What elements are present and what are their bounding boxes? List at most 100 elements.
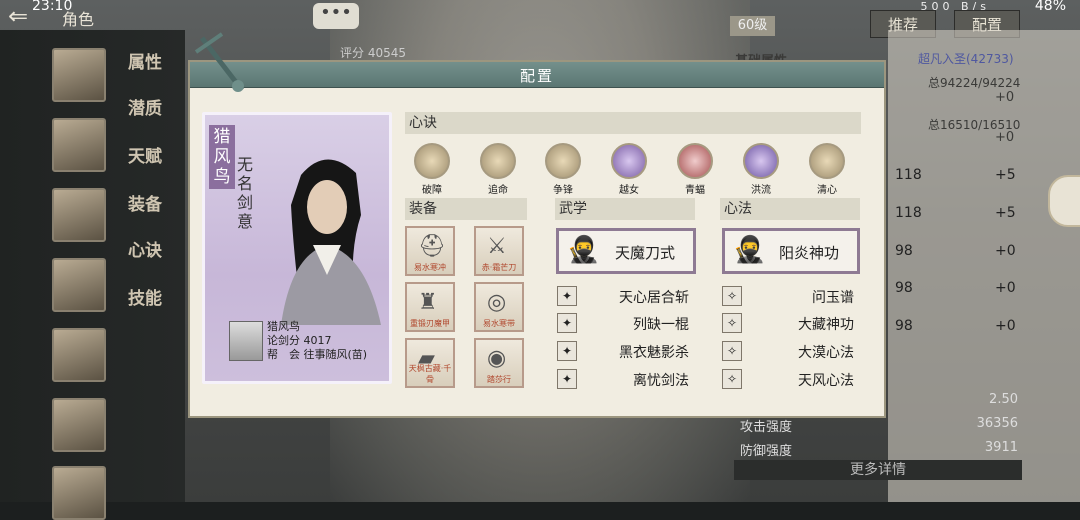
nav-item-talent[interactable]: 天赋 <box>128 142 162 167</box>
stat-bonus: +5 <box>995 167 1016 183</box>
hp-total: 总94224/94224 <box>928 76 1021 90</box>
avatar[interactable] <box>52 328 106 382</box>
skill-icon: ✦ <box>557 341 577 361</box>
more-details-button[interactable]: 更多详情 <box>734 460 1022 480</box>
stat-row: 118 +5 <box>895 205 1016 221</box>
martial-pose-icon: 🥷 <box>567 235 600 265</box>
equipment-slot[interactable]: ⚔ 赤·霜芒刀 <box>474 226 524 276</box>
xinjue-icon <box>809 143 845 179</box>
nav-item-potential[interactable]: 潜质 <box>128 94 162 119</box>
skill-row[interactable]: ✦ 天心居合斩 <box>557 286 697 306</box>
defense-value: 3911 <box>984 440 1018 455</box>
skill-row[interactable]: ✦ 离忧剑法 <box>557 369 697 389</box>
avatar[interactable] <box>52 48 106 102</box>
avatar[interactable] <box>52 118 106 172</box>
stat-bonus: +5 <box>995 205 1016 221</box>
stat-value: 2.50 <box>989 392 1018 407</box>
skill-label: 黑衣魅影杀 <box>619 345 689 361</box>
battery-level: 48% <box>1034 0 1066 14</box>
xinjue-icon <box>545 143 581 179</box>
xinfa-label: 问玉谱 <box>812 290 854 306</box>
equipment-slot[interactable]: ▰ 天枫古藏·千骨 <box>405 338 455 388</box>
side-menu-icon[interactable] <box>1048 175 1080 227</box>
stat-value: 98 <box>895 243 913 259</box>
xinjue-slot[interactable]: 越女 <box>607 143 651 196</box>
stat-row: 118 +5 <box>895 167 1016 183</box>
attack-value: 36356 <box>976 416 1018 431</box>
blade-icon: ⚔ <box>487 234 507 259</box>
xinjue-slot[interactable]: 破障 <box>410 143 454 196</box>
level-badge: 60级 <box>730 16 775 36</box>
xinfa-label: 天风心法 <box>798 373 854 389</box>
skill-icon: ✦ <box>557 313 577 333</box>
main-skill-box[interactable]: 🥷 天魔刀式 <box>556 228 696 274</box>
skill-icon: ✦ <box>557 369 577 389</box>
wuxue-header: 武学 <box>555 198 695 220</box>
xinjue-icon <box>414 143 450 179</box>
back-arrow-icon[interactable]: ⇐ <box>8 4 40 28</box>
xinfa-row[interactable]: ✧ 大藏神功 <box>722 313 862 333</box>
mp-bonus: +0 <box>995 130 1015 145</box>
avatar[interactable] <box>52 258 106 312</box>
nav-item-skills[interactable]: 技能 <box>128 284 162 309</box>
equipment-header: 装备 <box>405 198 527 220</box>
avatar[interactable] <box>52 188 106 242</box>
dialog-header: 配置 <box>190 62 884 88</box>
sword-ornament-icon <box>194 32 244 92</box>
xinfa-row[interactable]: ✧ 天风心法 <box>722 369 862 389</box>
equipment-slot[interactable]: ⛑ 易水寒冲 <box>405 226 455 276</box>
xinfa-header: 心法 <box>720 198 860 220</box>
xinjue-label: 青蝠 <box>685 185 705 196</box>
xinjue-icon <box>677 143 713 179</box>
xinjue-header: 心诀 <box>405 112 861 134</box>
main-xinfa-label: 阳炎神功 <box>778 244 839 262</box>
skill-label: 离忧剑法 <box>633 373 689 389</box>
nav-item-equipment[interactable]: 装备 <box>128 190 162 215</box>
xinfa-row[interactable]: ✧ 问玉谱 <box>722 286 862 306</box>
nav-item-xinjue[interactable]: 心诀 <box>128 236 162 261</box>
xinjue-label: 争锋 <box>553 185 573 196</box>
stat-bonus: +0 <box>995 318 1016 334</box>
equipment-label: 踏莎行 <box>487 375 511 384</box>
belt-icon: ◎ <box>487 290 507 315</box>
avatar[interactable] <box>52 466 106 520</box>
xinjue-slot[interactable]: 追命 <box>476 143 520 196</box>
equipment-slot[interactable]: ◉ 踏莎行 <box>474 338 524 388</box>
nav-item-attributes[interactable]: 属性 <box>128 48 162 73</box>
xinjue-label: 追命 <box>488 185 508 196</box>
character-portrait <box>281 159 381 325</box>
score-label: 评分 40545 <box>340 46 406 60</box>
equipment-label: 天枫古藏·千骨 <box>408 364 452 384</box>
xinfa-row[interactable]: ✧ 大漠心法 <box>722 341 862 361</box>
xinjue-label: 越女 <box>619 185 639 196</box>
xinjue-label: 破障 <box>422 185 442 196</box>
skill-row[interactable]: ✦ 列缺一棍 <box>557 313 697 333</box>
defense-label: 防御强度 <box>740 444 793 459</box>
character-info: 猎风鸟 论剑分 4017 帮 会 往事随风(苗) <box>267 320 367 362</box>
main-xinfa-box[interactable]: 🥷 阳炎神功 <box>722 228 860 274</box>
stat-row: 98 +0 <box>895 280 1016 296</box>
equipment-slot[interactable]: ◎ 易水寒带 <box>474 282 524 332</box>
xinfa-icon: ✧ <box>722 313 742 333</box>
armor-icon: ♜ <box>418 290 438 315</box>
character-name: 猎风鸟 <box>209 125 235 189</box>
xinjue-icon <box>743 143 779 179</box>
chat-bubble-icon[interactable]: ••• <box>313 3 359 29</box>
xinjue-slot[interactable]: 争锋 <box>541 143 585 196</box>
avatar[interactable] <box>52 398 106 452</box>
xinjue-slot[interactable]: 青蝠 <box>673 143 717 196</box>
equipment-label: 易水寒冲 <box>414 263 446 272</box>
stat-row: 98 +0 <box>895 318 1016 334</box>
xinjue-icon <box>480 143 516 179</box>
info-name: 猎风鸟 <box>267 320 300 333</box>
main-skill-label: 天魔刀式 <box>614 244 675 262</box>
equipment-label: 重锻刃魔甲 <box>410 319 450 328</box>
xinjue-slot[interactable]: 洪流 <box>739 143 783 196</box>
xinfa-icon: ✧ <box>722 369 742 389</box>
xinfa-icon: ✧ <box>722 286 742 306</box>
xinjue-icon <box>611 143 647 179</box>
equipment-slot[interactable]: ♜ 重锻刃魔甲 <box>405 282 455 332</box>
skill-row[interactable]: ✦ 黑衣魅影杀 <box>557 341 697 361</box>
xinfa-label: 大藏神功 <box>798 317 854 333</box>
xinjue-slot[interactable]: 清心 <box>805 143 849 196</box>
